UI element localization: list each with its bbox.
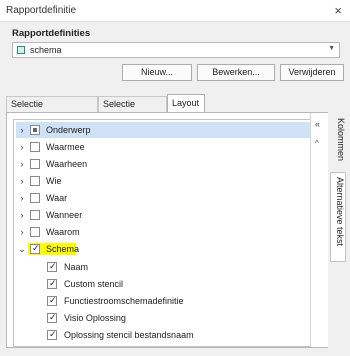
move-up-icon[interactable]: ^ xyxy=(315,139,319,148)
tree-item-label: Waar xyxy=(46,193,68,203)
tree-item-wie[interactable]: › Wie xyxy=(16,173,310,189)
move-to-top-icon[interactable]: « xyxy=(315,119,320,129)
close-icon[interactable]: × xyxy=(334,3,342,18)
tree-item-custom-stencil[interactable]: ✓ Custom stencil xyxy=(16,276,310,292)
tree-item-waar[interactable]: › Waar xyxy=(16,190,310,206)
tree-item-label: Onderwerp xyxy=(46,125,91,135)
edit-button[interactable]: Bewerken... xyxy=(197,64,275,81)
tab-selectie-onderwerpen[interactable]: Selectie Onderwerpen xyxy=(6,96,98,123)
tree-item-naam[interactable]: ✓ Naam xyxy=(16,259,310,275)
checkbox-checked[interactable]: ✓ xyxy=(47,312,57,323)
checkbox-checked[interactable]: ✓ xyxy=(47,329,57,340)
chevron-down-icon[interactable]: ▼ xyxy=(328,45,335,52)
tab-selectie-relaties[interactable]: Selectie Relaties xyxy=(98,96,167,123)
tree-item-label: Schema xyxy=(46,244,80,254)
checkbox[interactable] xyxy=(30,210,40,220)
tree-item-label: Oplossing stencil bestandsnaam xyxy=(64,330,194,340)
delete-button[interactable]: Verwijderen xyxy=(280,64,344,81)
tree-item-label: Custom stencil xyxy=(64,279,124,289)
tree-item-label: Waarmee xyxy=(46,142,85,152)
tab-alternatieve-tekst[interactable]: Alternatieve tekst xyxy=(330,172,346,262)
checkbox[interactable] xyxy=(30,159,40,169)
move-controls: « ^ xyxy=(310,113,328,347)
group-label: Rapportdefinities xyxy=(12,28,91,39)
tree-item-wanneer[interactable]: › Wanneer xyxy=(16,207,310,223)
chevron-down-icon[interactable]: ⌄ xyxy=(18,241,26,257)
checkbox-partial[interactable] xyxy=(30,125,40,135)
checkbox[interactable] xyxy=(30,193,40,203)
chevron-right-icon[interactable]: › xyxy=(18,139,26,155)
tree-item-label: Waarom xyxy=(46,227,80,237)
checkbox[interactable] xyxy=(30,227,40,237)
checkbox-checked[interactable]: ✓ xyxy=(47,261,57,272)
tree-item-waarheen[interactable]: › Waarheen xyxy=(16,156,310,172)
schema-icon xyxy=(17,46,25,54)
report-definition-value: schema xyxy=(30,45,62,55)
tree-item-schema[interactable]: ⌄ ✓ Schema xyxy=(16,241,310,257)
report-definitions-group: Rapportdefinities schema ▼ Nieuw... Bewe… xyxy=(4,22,346,92)
checkbox-checked[interactable]: ✓ xyxy=(47,278,57,289)
new-button[interactable]: Nieuw... xyxy=(122,64,192,81)
field-tree: › Onderwerp › Waarmee › Waarheen › Wie ›… xyxy=(13,119,319,347)
tab-kolommen[interactable]: Kolommen xyxy=(330,114,346,161)
tree-item-waarom[interactable]: › Waarom xyxy=(16,224,310,240)
chevron-right-icon[interactable]: › xyxy=(18,156,26,172)
checkbox[interactable] xyxy=(30,176,40,186)
tree-item-functiestroomschemadefinitie[interactable]: ✓ Functiestroomschemadefinitie xyxy=(16,293,310,309)
report-definition-select[interactable]: schema ▼ xyxy=(12,42,340,58)
checkbox-checked[interactable]: ✓ xyxy=(30,243,40,254)
chevron-right-icon[interactable]: › xyxy=(18,173,26,189)
layout-panel: › Onderwerp › Waarmee › Waarheen › Wie ›… xyxy=(6,112,328,348)
tree-item-label: Functiestroomschemadefinitie xyxy=(64,296,184,306)
tree-item-label: Naam xyxy=(64,262,89,272)
tree-item-label: Waarheen xyxy=(46,159,88,169)
chevron-right-icon[interactable]: › xyxy=(18,224,26,240)
tree-item-onderwerp[interactable]: › Onderwerp xyxy=(16,122,310,138)
tree-item-label: Wanneer xyxy=(46,210,83,220)
tab-strip: Selectie Onderwerpen Selectie Relaties L… xyxy=(6,94,336,123)
chevron-right-icon[interactable]: › xyxy=(18,190,26,206)
title-bar: Rapportdefinitie × xyxy=(0,0,350,22)
window-title: Rapportdefinitie xyxy=(6,5,77,16)
chevron-right-icon[interactable]: › xyxy=(18,207,26,223)
tree-item-visio-oplossing[interactable]: ✓ Visio Oplossing xyxy=(16,310,310,326)
tree-item-label: Visio Oplossing xyxy=(64,313,126,323)
checkbox[interactable] xyxy=(30,142,40,152)
tree-item-oplossing-stencil-bestandsnaam[interactable]: ✓ Oplossing stencil bestandsnaam xyxy=(16,327,310,343)
tree-item-label: Wie xyxy=(46,176,62,186)
chevron-right-icon[interactable]: › xyxy=(18,122,26,138)
side-tab-strip: Kolommen Alternatieve tekst xyxy=(330,112,346,348)
tree-item-waarmee[interactable]: › Waarmee xyxy=(16,139,310,155)
checkbox-checked[interactable]: ✓ xyxy=(47,295,57,306)
tab-layout[interactable]: Layout xyxy=(167,94,205,112)
